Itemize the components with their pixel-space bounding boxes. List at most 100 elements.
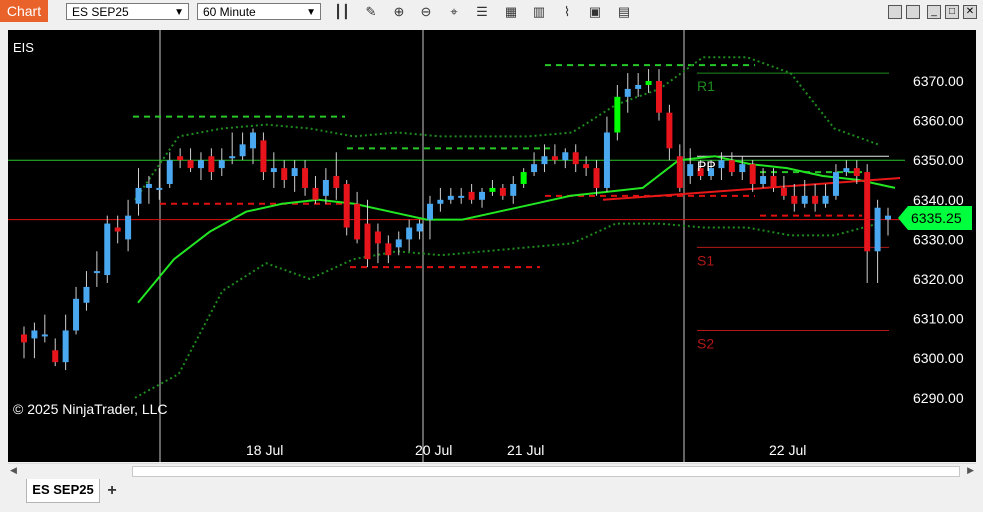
candle-body	[93, 271, 100, 274]
pivot-r1-label: R1	[697, 78, 715, 94]
candle-body	[583, 164, 590, 169]
candle-body	[73, 298, 80, 331]
candle-body	[197, 160, 204, 169]
moving-average-line	[137, 155, 896, 304]
candle-body	[270, 168, 277, 173]
candle-body	[655, 81, 662, 113]
candle-body	[41, 334, 48, 337]
scroll-right-icon[interactable]: ▶	[967, 465, 974, 476]
candle-body	[791, 195, 798, 204]
y-axis-tick-label: 6310.00	[913, 311, 964, 327]
candle-body	[780, 187, 787, 196]
candle-body	[426, 203, 433, 220]
candle-body	[499, 187, 506, 196]
candle-body	[208, 156, 215, 173]
candle-body	[551, 156, 558, 161]
candle-body	[645, 81, 652, 85]
candle-body	[447, 195, 454, 200]
candle-body	[479, 191, 486, 200]
candle-body	[864, 172, 871, 252]
candle-body	[749, 164, 756, 184]
candle-body	[416, 223, 423, 232]
x-axis-tick-label: 18 Jul	[246, 442, 283, 458]
candle-body	[468, 191, 475, 200]
pivot-s2-label: S2	[697, 335, 714, 351]
x-axis-tick-label: 20 Jul	[415, 442, 452, 458]
candle-body	[239, 144, 246, 157]
candle-body	[437, 199, 444, 204]
candle-body	[687, 164, 694, 177]
candle-body	[572, 152, 579, 165]
y-axis-tick-label: 6330.00	[913, 231, 964, 247]
candle-body	[374, 231, 381, 244]
copyright-text: © 2025 NinjaTrader, LLC	[13, 401, 168, 417]
candle-body	[385, 243, 392, 256]
y-axis-tick-label: 6350.00	[913, 152, 964, 168]
candle-body	[260, 140, 267, 173]
y-axis-tick-label: 6300.00	[913, 350, 964, 366]
candle-body	[406, 227, 413, 240]
candle-body	[250, 132, 257, 149]
candle-body	[822, 195, 829, 204]
candle-body	[676, 156, 683, 188]
candle-body	[322, 180, 329, 196]
current-price-badge: 6335.25	[898, 206, 972, 230]
upper-band-line	[134, 56, 879, 201]
candle-body	[354, 203, 361, 240]
candle-body	[562, 152, 569, 161]
candle-body	[104, 223, 111, 276]
candle-body	[156, 187, 163, 190]
scrollbar-thumb[interactable]	[132, 466, 960, 477]
candle-body	[281, 168, 288, 180]
candle-body	[166, 160, 173, 184]
candle-body	[614, 96, 621, 133]
candle-body	[739, 164, 746, 173]
candle-body	[333, 176, 340, 188]
candle-body	[291, 168, 298, 177]
candle-body	[531, 164, 538, 173]
candle-body	[135, 187, 142, 204]
y-axis-tick-label: 6370.00	[913, 73, 964, 89]
instrument-label: EIS	[13, 40, 34, 55]
candle-body	[624, 88, 631, 97]
candle-body	[520, 172, 527, 184]
x-axis-tick-label: 22 Jul	[769, 442, 806, 458]
tab-es-sep25[interactable]: ES SEP25	[26, 479, 100, 503]
candle-body	[874, 207, 881, 252]
y-axis-tick-label: 6290.00	[913, 390, 964, 406]
scroll-left-icon[interactable]: ◀	[10, 465, 17, 476]
candle-body	[52, 350, 59, 363]
candle-body	[187, 160, 194, 169]
candle-body	[510, 183, 517, 196]
add-tab-button[interactable]: +	[102, 481, 122, 501]
candle-body	[603, 132, 610, 188]
candle-body	[312, 187, 319, 200]
candle-body	[125, 215, 132, 240]
current-price-value: 6335.25	[911, 210, 962, 226]
horizontal-scrollbar[interactable]: ◀ ▶	[8, 463, 976, 479]
y-axis-tick-label: 6360.00	[913, 113, 964, 129]
candle-body	[541, 156, 548, 165]
tab-bar: ES SEP25 +	[0, 479, 983, 512]
candle-body	[885, 215, 891, 220]
x-axis-tick-label: 21 Jul	[507, 442, 544, 458]
pivot-pp-label: PP	[697, 158, 716, 174]
candle-body	[229, 156, 236, 159]
candle-body	[83, 286, 90, 303]
price-chart: 6290.006300.006310.006320.006330.006340.…	[8, 30, 964, 462]
y-axis-tick-label: 6320.00	[913, 271, 964, 287]
pivot-s1-label: S1	[697, 252, 714, 268]
candle-body	[343, 183, 350, 228]
candle-body	[666, 112, 673, 149]
candle-body	[21, 334, 27, 343]
candle-body	[395, 239, 402, 248]
candle-body	[177, 156, 184, 161]
candle-body	[302, 168, 309, 188]
candle-body	[593, 168, 600, 188]
candle-body	[114, 227, 121, 232]
candle-body	[489, 187, 496, 192]
candle-body	[145, 183, 152, 188]
lower-band-line	[134, 222, 879, 399]
candle-body	[832, 172, 839, 196]
candle-body	[728, 160, 735, 173]
